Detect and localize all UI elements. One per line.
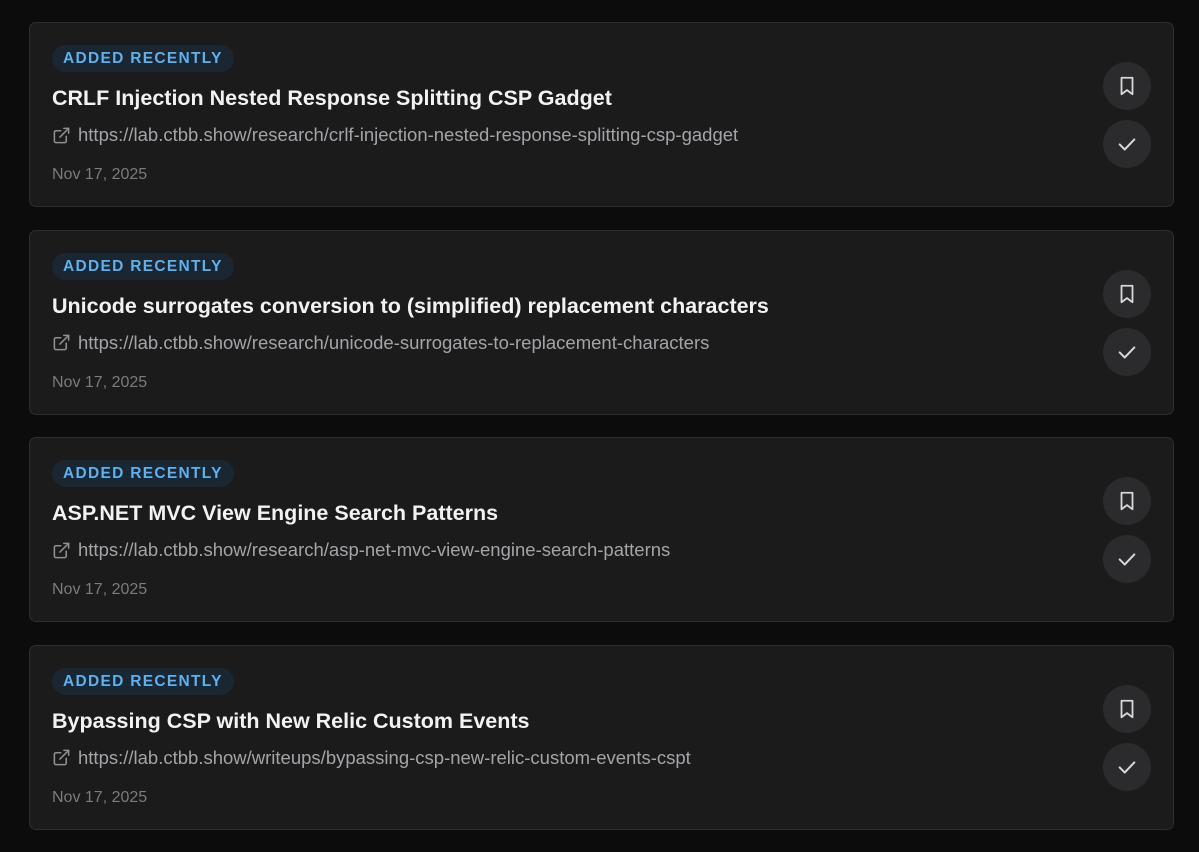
added-recently-badge: ADDED RECENTLY (52, 252, 234, 280)
checkmark-icon (1116, 548, 1138, 570)
mark-read-button[interactable] (1103, 120, 1151, 168)
checkmark-icon (1116, 133, 1138, 155)
research-list: ADDED RECENTLY CRLF Injection Nested Res… (29, 22, 1174, 852)
card-title[interactable]: Unicode surrogates conversion to (simpli… (52, 292, 769, 320)
external-link-icon (52, 541, 71, 560)
card-link[interactable]: https://lab.ctbb.show/writeups/bypassing… (52, 746, 691, 770)
added-recently-badge: ADDED RECENTLY (52, 667, 234, 695)
research-card[interactable]: ADDED RECENTLY ASP.NET MVC View Engine S… (29, 437, 1174, 622)
card-title[interactable]: CRLF Injection Nested Response Splitting… (52, 84, 612, 112)
external-link-icon (52, 333, 71, 352)
checkmark-icon (1116, 756, 1138, 778)
bookmark-button[interactable] (1103, 269, 1151, 318)
research-card[interactable]: ADDED RECENTLY Bypassing CSP with New Re… (29, 644, 1174, 830)
bookmark-icon (1116, 283, 1138, 305)
card-date: Nov 17, 2025 (52, 166, 148, 183)
card-url[interactable]: https://lab.ctbb.show/research/asp-net-m… (78, 538, 670, 562)
bookmark-icon (1116, 490, 1138, 512)
bookmark-button[interactable] (1103, 477, 1151, 525)
card-actions (1103, 269, 1151, 386)
mark-read-button[interactable] (1103, 535, 1151, 583)
card-date: Nov 17, 2025 (52, 373, 148, 391)
added-recently-badge: ADDED RECENTLY (52, 460, 234, 487)
card-date: Nov 17, 2025 (52, 581, 148, 598)
card-url[interactable]: https://lab.ctbb.show/writeups/bypassing… (78, 746, 691, 770)
card-actions (1103, 684, 1151, 801)
card-title[interactable]: Bypassing CSP with New Relic Custom Even… (52, 707, 530, 735)
card-link[interactable]: https://lab.ctbb.show/research/unicode-s… (52, 331, 709, 355)
card-actions (1103, 477, 1151, 593)
external-link-icon (52, 748, 71, 767)
mark-read-button[interactable] (1103, 742, 1151, 791)
mark-read-button[interactable] (1103, 327, 1151, 376)
added-recently-badge: ADDED RECENTLY (52, 45, 234, 72)
card-url[interactable]: https://lab.ctbb.show/research/crlf-inje… (78, 123, 738, 147)
card-date: Nov 17, 2025 (52, 788, 148, 806)
research-card[interactable]: ADDED RECENTLY CRLF Injection Nested Res… (29, 22, 1174, 207)
research-card[interactable]: ADDED RECENTLY Unicode surrogates conver… (29, 229, 1174, 415)
card-link[interactable]: https://lab.ctbb.show/research/asp-net-m… (52, 538, 670, 562)
bookmark-icon (1116, 698, 1138, 720)
bookmark-icon (1116, 75, 1138, 97)
card-link[interactable]: https://lab.ctbb.show/research/crlf-inje… (52, 123, 738, 147)
card-actions (1103, 62, 1151, 178)
bookmark-button[interactable] (1103, 62, 1151, 110)
checkmark-icon (1116, 341, 1138, 363)
card-title[interactable]: ASP.NET MVC View Engine Search Patterns (52, 499, 498, 527)
external-link-icon (52, 126, 71, 145)
bookmark-button[interactable] (1103, 684, 1151, 733)
card-url[interactable]: https://lab.ctbb.show/research/unicode-s… (78, 331, 709, 355)
